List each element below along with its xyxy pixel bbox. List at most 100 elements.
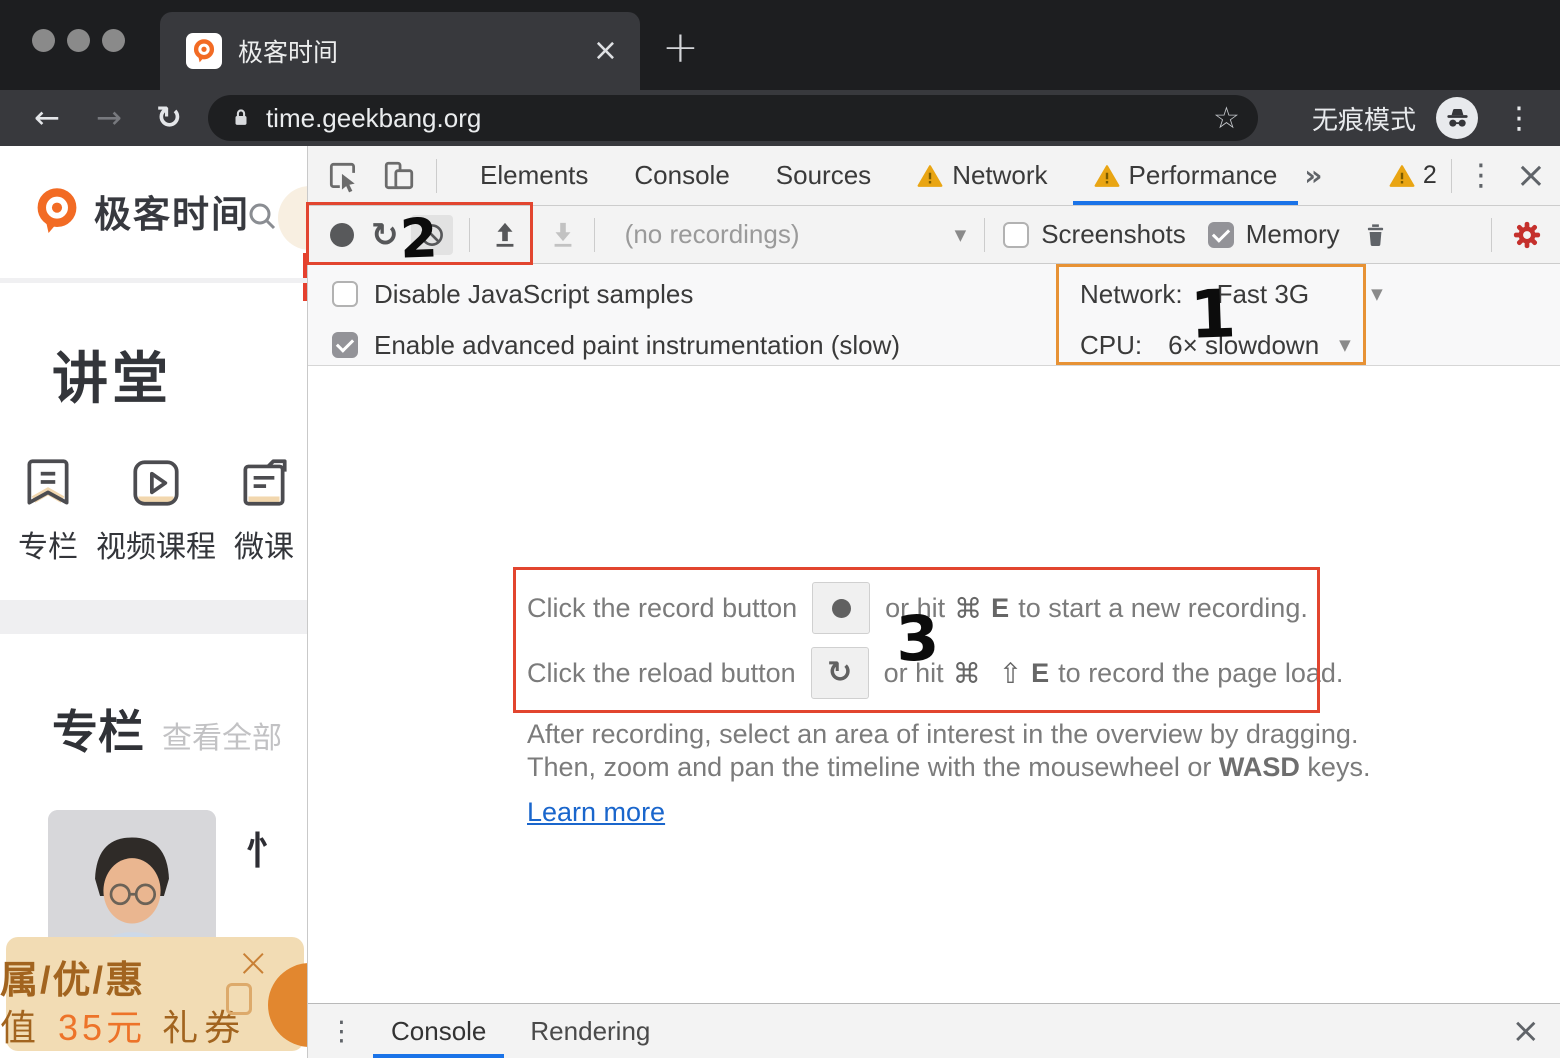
e-key: E: [1031, 658, 1049, 689]
screenshots-checkbox[interactable]: [1003, 222, 1029, 248]
issues-badge[interactable]: 2: [1389, 161, 1437, 190]
performance-toolbar: ↻ (no rec: [308, 206, 1560, 264]
bookmark-star-icon[interactable]: ☆: [1213, 101, 1240, 136]
lock-icon: [230, 107, 252, 129]
recordings-dropdown[interactable]: (no recordings) ▼: [625, 219, 967, 250]
tab-console[interactable]: Console: [611, 146, 752, 205]
trash-icon[interactable]: [1362, 221, 1389, 248]
folder-doc-icon: [235, 454, 293, 512]
navbar-right: 无痕模式 ⋮: [1312, 97, 1560, 139]
window-controls: [32, 29, 125, 52]
memory-checkbox[interactable]: [1208, 222, 1234, 248]
nav-item-label: 专栏: [18, 522, 78, 566]
banner-headline: 属/优/惠: [0, 949, 145, 1004]
devtools-menu-icon[interactable]: ⋮: [1466, 161, 1496, 191]
banner-badge-circle: [268, 963, 308, 1047]
browser-menu-icon[interactable]: ⋮: [1504, 101, 1534, 136]
capture-settings-gear-icon[interactable]: [1512, 220, 1542, 250]
cpu-label: CPU:: [1080, 330, 1142, 361]
devtools-close-icon[interactable]: ×: [1516, 158, 1546, 194]
nav-item-micro-courses[interactable]: 微课: [226, 454, 302, 566]
network-label: Network:: [1080, 279, 1183, 310]
warning-icon: [1094, 163, 1120, 189]
screenshot-stage: 极客时间 × + ← → ↻ time.geekbang.org ☆ 无痕模式: [0, 0, 1560, 1058]
drawer-tab-console[interactable]: Console: [369, 1004, 508, 1058]
browser-reload-button[interactable]: ↻: [156, 103, 182, 134]
window-minimize-button[interactable]: [67, 29, 90, 52]
site-logo[interactable]: 极客时间: [30, 184, 250, 238]
wasd-keys: WASD: [1219, 752, 1300, 782]
promo-banner[interactable]: 属/优/惠 值 35元 礼券 ×: [6, 937, 304, 1051]
warning-icon: [1389, 163, 1415, 189]
after-recording-help: After recording, select an area of inter…: [527, 718, 1370, 784]
forward-button[interactable]: →: [96, 103, 122, 134]
load-profile-icon[interactable]: [490, 220, 520, 250]
nav-item-video-courses[interactable]: 视频课程: [94, 454, 218, 566]
address-bar[interactable]: time.geekbang.org ☆: [208, 95, 1258, 141]
tab-performance[interactable]: Performance: [1071, 146, 1301, 205]
tab-elements[interactable]: Elements: [457, 146, 611, 205]
more-tabs-icon[interactable]: »: [1304, 159, 1322, 192]
instruction-text: Then, zoom and pan the timeline with the…: [527, 751, 1370, 784]
cmd-key-icon: ⌘: [954, 592, 982, 625]
caret-down-icon: ▼: [955, 226, 967, 244]
recordings-value: (no recordings): [625, 219, 955, 250]
instruction-text: Click the record button: [527, 593, 797, 624]
search-icon[interactable]: [246, 200, 278, 232]
save-profile-icon[interactable]: [548, 220, 578, 250]
reload-instruction-row: Click the reload button ↻ or hit ⌘ ⇧ E t…: [527, 647, 1370, 699]
browser-titlebar: 极客时间 × +: [0, 0, 1560, 90]
drawer-menu-icon[interactable]: ⋮: [328, 1016, 355, 1047]
tab-close-icon[interactable]: ×: [593, 36, 618, 66]
instruction-text: to record the page load.: [1058, 658, 1343, 689]
shift-key-icon: ⇧: [999, 657, 1022, 690]
back-button[interactable]: ←: [34, 103, 60, 134]
tab-title: 极客时间: [238, 33, 338, 69]
window-close-button[interactable]: [32, 29, 55, 52]
devtools-drawer: ⋮ Console Rendering ×: [308, 1003, 1560, 1058]
banner-amount: 35元: [58, 1007, 146, 1048]
instruction-text: After recording, select an area of inter…: [527, 718, 1370, 751]
paint-instrumentation-checkbox[interactable]: [332, 332, 358, 358]
tab-label: Rendering: [530, 1016, 650, 1047]
disable-js-row: Disable JavaScript samples: [332, 275, 693, 313]
warning-icon: [917, 163, 943, 189]
site-logo-text: 极客时间: [94, 184, 250, 238]
reload-and-profile-button[interactable]: ↻: [371, 218, 399, 251]
tab-label: Console: [634, 160, 729, 191]
banner-close-icon[interactable]: ×: [236, 943, 270, 983]
instruction-text: to start a new recording.: [1018, 593, 1308, 624]
nav-item-label: 视频课程: [96, 522, 216, 566]
inspect-element-icon[interactable]: [326, 159, 360, 193]
new-tab-button[interactable]: +: [662, 22, 699, 73]
drawer-close-icon[interactable]: ×: [1512, 1014, 1541, 1048]
instruction-text: Click the reload button: [527, 658, 796, 689]
window-maximize-button[interactable]: [102, 29, 125, 52]
url-text: time.geekbang.org: [266, 103, 481, 134]
browser-tab[interactable]: 极客时间 ×: [160, 12, 640, 90]
divider: [984, 218, 985, 252]
instruction-text: Then, zoom and pan the timeline with the…: [527, 752, 1211, 782]
divider: [1491, 218, 1492, 252]
tab-sources[interactable]: Sources: [753, 146, 894, 205]
nav-item-columns[interactable]: 专栏: [10, 454, 86, 566]
divider: [1451, 159, 1452, 193]
gift-box-icon: [226, 983, 252, 1015]
disable-js-checkbox[interactable]: [332, 281, 358, 307]
view-all-link[interactable]: 查看全部: [162, 713, 282, 757]
capture-settings-pane: Disable JavaScript samples Enable advanc…: [308, 264, 1560, 366]
tab-label: Sources: [776, 160, 871, 191]
annotation-number-1: 1: [1189, 281, 1237, 349]
column-section-header: 专栏 查看全部: [52, 696, 282, 762]
incognito-label: 无痕模式: [1312, 100, 1416, 137]
divider: [594, 218, 595, 252]
section-title: 专栏: [52, 696, 144, 762]
learn-more-link[interactable]: Learn more: [527, 797, 665, 828]
caret-down-icon: ▼: [1371, 285, 1383, 303]
record-button[interactable]: [330, 223, 354, 247]
tab-network[interactable]: Network: [894, 146, 1070, 205]
header-avatar-bubble[interactable]: [278, 186, 308, 250]
tab-label: Network: [952, 160, 1047, 191]
drawer-tab-rendering[interactable]: Rendering: [508, 1004, 672, 1058]
device-toolbar-icon[interactable]: [382, 159, 416, 193]
